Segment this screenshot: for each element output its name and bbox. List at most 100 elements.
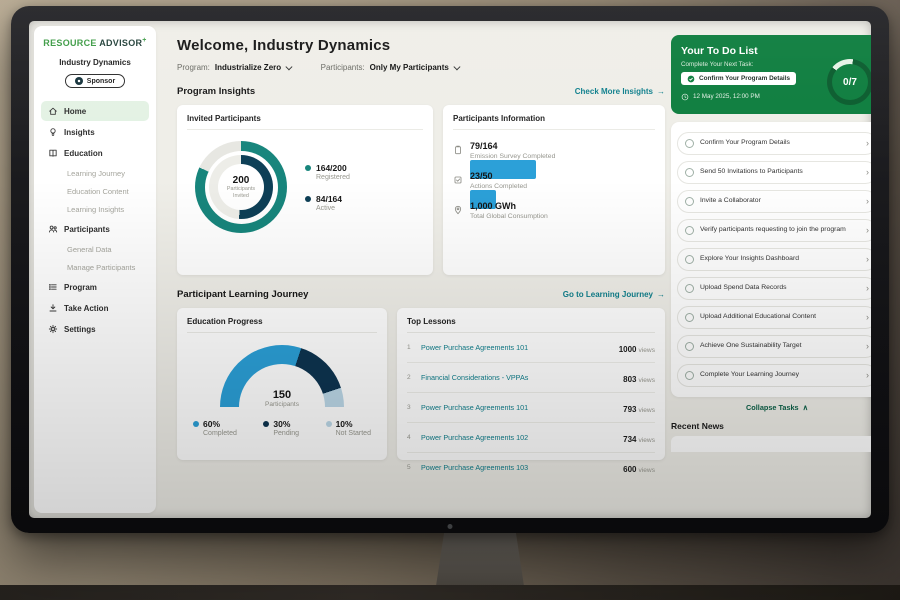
chevron-right-icon: › bbox=[866, 371, 869, 380]
people-icon bbox=[48, 224, 58, 234]
legend-dot bbox=[263, 421, 269, 427]
sidebar-item-label: Program bbox=[64, 283, 97, 292]
task-checkbox[interactable] bbox=[685, 313, 694, 322]
app-logo: RESOURCE ADVISOR+ bbox=[34, 37, 156, 48]
chevron-right-icon: › bbox=[866, 139, 869, 148]
lesson-row: 2 Financial Considerations - VPPAs 803vi… bbox=[407, 363, 655, 393]
go-to-learning-journey-link[interactable]: Go to Learning Journey → bbox=[563, 290, 665, 299]
page-title: Welcome, Industry Dynamics bbox=[177, 37, 669, 54]
education-gauge-chart: 150 Participants bbox=[220, 345, 344, 408]
task-checkbox[interactable] bbox=[685, 371, 694, 380]
info-row-consumption: 1,000 GWh Total Global Consumption bbox=[453, 201, 655, 220]
task-row-explore-insights[interactable]: Explore Your Insights Dashboard › bbox=[677, 248, 871, 271]
invited-donut-chart: 200 Participants Invited bbox=[195, 141, 287, 233]
org-name: Industry Dynamics bbox=[34, 58, 156, 67]
logo-advisor: ADVISOR bbox=[99, 38, 142, 48]
sidebar-item-insights[interactable]: Insights bbox=[41, 122, 149, 142]
recent-news-card bbox=[671, 436, 871, 452]
sponsor-label: Sponsor bbox=[87, 78, 115, 85]
program-filter-label: Program: bbox=[177, 63, 210, 72]
lesson-link[interactable]: Power Purchase Agreements 102 bbox=[421, 433, 617, 442]
legend-dot bbox=[193, 421, 199, 427]
legend-completed: 60% Completed bbox=[193, 419, 237, 437]
sidebar-item-learning-insights[interactable]: Learning Insights bbox=[34, 200, 156, 218]
task-row-upload-spend-data[interactable]: Upload Spend Data Records › bbox=[677, 277, 871, 300]
list-icon bbox=[48, 282, 58, 292]
sidebar-item-participants[interactable]: Participants bbox=[41, 219, 149, 239]
chevron-right-icon: › bbox=[866, 342, 869, 351]
background-room: RESOURCE ADVISOR+ Industry Dynamics Spon… bbox=[0, 0, 900, 600]
lesson-link[interactable]: Power Purchase Agreements 101 bbox=[421, 343, 613, 352]
task-row-upload-educational-content[interactable]: Upload Additional Educational Content › bbox=[677, 306, 871, 329]
sidebar-item-home[interactable]: Home bbox=[41, 101, 149, 121]
recent-news-title: Recent News bbox=[671, 421, 871, 431]
task-checkbox[interactable] bbox=[685, 197, 694, 206]
check-more-insights-link[interactable]: Check More Insights → bbox=[575, 87, 665, 96]
clipboard-icon bbox=[453, 142, 463, 160]
info-row-survey: 79/164 Emission Survey Completed bbox=[453, 141, 655, 160]
task-row-verify-participants[interactable]: Verify participants requesting to join t… bbox=[677, 219, 871, 242]
task-checkbox[interactable] bbox=[685, 226, 694, 235]
task-row-send-invitations[interactable]: Send 50 Invitations to Participants › bbox=[677, 161, 871, 184]
top-lessons-card: Top Lessons 1 Power Purchase Agreements … bbox=[397, 308, 665, 460]
sponsor-icon bbox=[75, 77, 83, 85]
todo-progress-value: 0/7 bbox=[832, 64, 868, 100]
task-checkbox[interactable] bbox=[685, 284, 694, 293]
arrow-right-icon: → bbox=[657, 87, 665, 96]
lesson-row: 1 Power Purchase Agreements 101 1000view… bbox=[407, 333, 655, 363]
task-checkbox[interactable] bbox=[685, 168, 694, 177]
section-title-program-insights: Program Insights bbox=[177, 86, 255, 97]
sidebar-item-label: Education bbox=[64, 149, 103, 158]
task-row-sustainability-target[interactable]: Achieve One Sustainability Target › bbox=[677, 335, 871, 358]
participants-filter-label: Participants: bbox=[321, 63, 365, 72]
sidebar-item-education-content[interactable]: Education Content bbox=[34, 182, 156, 200]
lightbulb-icon bbox=[48, 127, 58, 137]
chevron-right-icon: › bbox=[866, 284, 869, 293]
sidebar-item-label: Insights bbox=[64, 128, 95, 137]
legend-dot bbox=[326, 421, 332, 427]
monitor-stand bbox=[436, 528, 524, 586]
lesson-link[interactable]: Power Purchase Agreements 103 bbox=[421, 463, 617, 472]
sidebar-item-program[interactable]: Program bbox=[41, 277, 149, 297]
donut-center-value: 200 bbox=[233, 175, 250, 186]
sidebar: RESOURCE ADVISOR+ Industry Dynamics Spon… bbox=[34, 26, 156, 513]
filter-bar: Program: Industrialize Zero Participants… bbox=[177, 63, 669, 72]
task-row-complete-learning-journey[interactable]: Complete Your Learning Journey › bbox=[677, 364, 871, 387]
sidebar-item-settings[interactable]: Settings bbox=[41, 319, 149, 339]
task-checkbox[interactable] bbox=[685, 255, 694, 264]
task-row-confirm-details[interactable]: Confirm Your Program Details › bbox=[677, 132, 871, 155]
power-led bbox=[448, 524, 453, 529]
sidebar-item-learning-journey[interactable]: Learning Journey bbox=[34, 164, 156, 182]
lesson-link[interactable]: Power Purchase Agreements 101 bbox=[421, 403, 617, 412]
chevron-up-icon: ∧ bbox=[803, 403, 808, 412]
task-checkbox[interactable] bbox=[685, 342, 694, 351]
sidebar-item-label: Participants bbox=[64, 225, 110, 234]
sidebar-item-take-action[interactable]: Take Action bbox=[41, 298, 149, 318]
sidebar-item-manage-participants[interactable]: Manage Participants bbox=[34, 258, 156, 276]
chevron-right-icon: › bbox=[866, 168, 869, 177]
todo-title: Your To Do List bbox=[681, 45, 871, 57]
legend-active: 84/164 Active bbox=[305, 194, 350, 212]
sidebar-item-education[interactable]: Education bbox=[41, 143, 149, 163]
legend-dot bbox=[305, 196, 311, 202]
chevron-right-icon: › bbox=[866, 226, 869, 235]
next-task-pill[interactable]: Confirm Your Program Details bbox=[681, 72, 796, 85]
gauge-center-value: 150 bbox=[220, 389, 344, 401]
program-select[interactable]: Industrialize Zero bbox=[215, 63, 291, 72]
sidebar-item-general-data[interactable]: General Data bbox=[34, 240, 156, 258]
legend-registered: 164/200 Registered bbox=[305, 163, 350, 181]
card-title: Top Lessons bbox=[407, 317, 655, 333]
invited-participants-card: Invited Participants 200 Participants In… bbox=[177, 105, 433, 275]
sidebar-item-label: Settings bbox=[64, 325, 96, 334]
sidebar-item-label: Home bbox=[64, 107, 86, 116]
legend-pending: 30% Pending bbox=[263, 419, 299, 437]
task-row-invite-collaborator[interactable]: Invite a Collaborator › bbox=[677, 190, 871, 213]
logo-plus: + bbox=[142, 37, 146, 44]
lesson-link[interactable]: Financial Considerations - VPPAs bbox=[421, 373, 617, 382]
collapse-tasks-link[interactable]: Collapse Tasks ∧ bbox=[671, 403, 871, 412]
dashboard-screen: RESOURCE ADVISOR+ Industry Dynamics Spon… bbox=[29, 21, 871, 518]
task-checkbox[interactable] bbox=[685, 139, 694, 148]
participants-select[interactable]: Only My Participants bbox=[370, 63, 459, 72]
card-title: Participants Information bbox=[453, 114, 655, 130]
arrow-right-icon: → bbox=[657, 290, 665, 299]
